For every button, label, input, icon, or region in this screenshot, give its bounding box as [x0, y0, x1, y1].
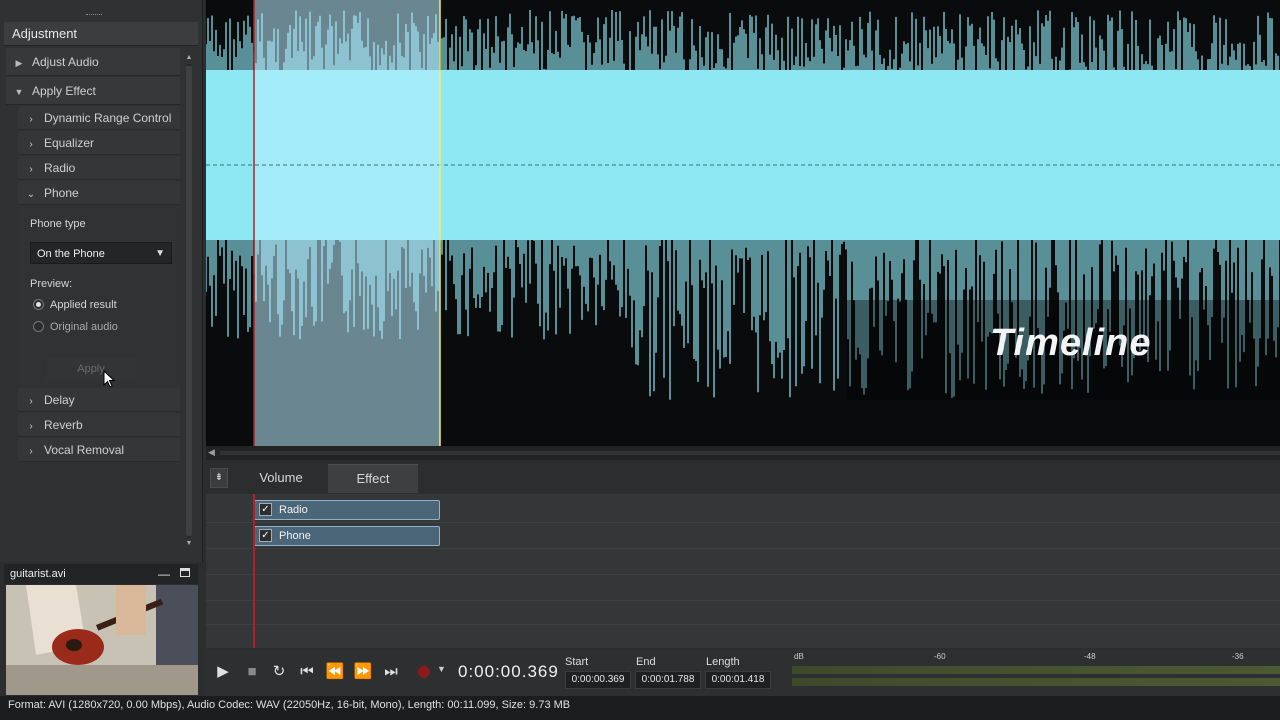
chevron-right-icon: ›	[29, 396, 33, 407]
effect-label: Equalizer	[44, 136, 95, 150]
current-timecode: 0:00:00.369	[458, 662, 559, 681]
waveform-scrollbar[interactable]: ◀	[206, 446, 1280, 460]
scroll-left-icon[interactable]: ◀	[208, 447, 215, 458]
maximize-icon[interactable]	[180, 568, 190, 577]
adjustment-title: Adjustment	[4, 22, 198, 46]
status-bar: Format: AVI (1280x720, 0.00 Mbps), Audio…	[0, 696, 1280, 720]
video-filename: guitarist.avi	[10, 568, 66, 580]
triangle-down-icon: ▼	[14, 87, 24, 97]
section-apply-effect[interactable]: ▼ Apply Effect	[6, 77, 180, 105]
play-icon[interactable]: ▶	[212, 660, 234, 684]
effect-item-phone[interactable]: ⌄ Phone	[18, 181, 180, 205]
effect-item-reverb[interactable]: › Reverb	[18, 413, 180, 437]
checkbox-phone[interactable]: ✓	[259, 529, 272, 542]
meter-label-60: -60	[934, 652, 946, 661]
effect-label: Radio	[44, 161, 76, 175]
loop-icon[interactable]: ↻	[268, 660, 290, 684]
chevron-right-icon: ›	[29, 114, 33, 125]
scrollbar-thumb[interactable]	[220, 451, 1280, 455]
section-label: Apply Effect	[32, 84, 96, 98]
mouse-cursor-icon	[103, 370, 116, 388]
record-icon[interactable]	[418, 666, 430, 678]
meter-label-36: -36	[1232, 652, 1244, 661]
preview-label: Preview:	[30, 278, 73, 290]
effect-block-radio[interactable]: ✓ Radio	[254, 500, 440, 520]
end-label: End	[636, 656, 656, 668]
radio-applied-result-label: Applied result	[50, 299, 117, 311]
chevron-right-icon: ›	[29, 164, 33, 175]
chevron-down-icon: ⌄	[26, 189, 36, 200]
effect-block-label: Phone	[279, 530, 311, 542]
radio-original-audio[interactable]	[33, 321, 44, 332]
skip-start-icon[interactable]: ⏮	[296, 660, 318, 684]
timeline-overlay-text: Timeline	[990, 322, 1152, 364]
section-adjust-audio[interactable]: ▶ Adjust Audio	[6, 48, 180, 76]
level-meter-left	[792, 666, 1280, 674]
apply-button[interactable]: Apply	[46, 358, 136, 380]
stop-icon[interactable]: ■	[241, 660, 263, 684]
waveform-area[interactable]	[206, 0, 1280, 446]
radio-applied-result[interactable]	[33, 299, 44, 310]
chevron-right-icon: ›	[29, 446, 33, 457]
scrollbar-thumb[interactable]	[186, 66, 192, 536]
playhead-line[interactable]	[253, 494, 255, 648]
start-field[interactable]: 0:00:00.369	[565, 671, 631, 689]
video-thumbnail[interactable]	[6, 585, 198, 695]
effect-label: Reverb	[44, 418, 83, 432]
minimize-icon[interactable]: —	[158, 564, 170, 584]
effect-label: Delay	[44, 393, 75, 407]
scroll-up-icon[interactable]: ▲	[184, 54, 194, 61]
effect-item-radio[interactable]: › Radio	[18, 156, 180, 180]
meter-label-db: dB	[794, 652, 804, 661]
length-label: Length	[706, 656, 740, 668]
phone-type-select[interactable]: On the Phone ▼	[30, 242, 172, 264]
waveform-graphic[interactable]	[206, 0, 1280, 446]
triangle-right-icon: ▶	[15, 58, 23, 68]
chevron-right-icon: ›	[29, 139, 33, 150]
effect-item-dynamic-range[interactable]: › Dynamic Range Control	[18, 106, 180, 130]
phone-type-value: On the Phone	[37, 248, 105, 260]
fast-forward-icon[interactable]: ⏩	[352, 660, 374, 684]
effect-item-equalizer[interactable]: › Equalizer	[18, 131, 180, 155]
level-meter-right	[792, 678, 1280, 686]
effect-label: Phone	[44, 186, 79, 200]
skip-end-icon[interactable]: ⏭	[380, 660, 402, 684]
effect-item-delay[interactable]: › Delay	[18, 388, 180, 412]
phone-type-label: Phone type	[30, 218, 86, 230]
tab-effect[interactable]: Effect	[328, 464, 418, 493]
effect-label: Vocal Removal	[44, 443, 125, 457]
collapse-tracks-button[interactable]: ⇟	[210, 468, 228, 488]
section-label: Adjust Audio	[32, 55, 99, 69]
scroll-down-icon[interactable]: ▼	[184, 540, 194, 547]
record-options-arrow-icon[interactable]: ▼	[437, 664, 446, 674]
chevron-right-icon: ›	[29, 421, 33, 432]
checkbox-radio[interactable]: ✓	[259, 503, 272, 516]
selection-region[interactable]	[254, 0, 440, 446]
rewind-icon[interactable]: ⏪	[324, 660, 346, 684]
radio-original-audio-label: Original audio	[50, 321, 118, 333]
meter-label-48: -48	[1084, 652, 1096, 661]
start-label: Start	[565, 656, 589, 668]
effect-block-phone[interactable]: ✓ Phone	[254, 526, 440, 546]
panel-scrollbar[interactable]: ▲ ▼	[184, 52, 194, 552]
effect-block-label: Radio	[279, 504, 308, 516]
panel-grip[interactable]	[86, 14, 102, 18]
tab-volume[interactable]: Volume	[238, 464, 324, 492]
dropdown-arrow-icon: ▼	[155, 248, 165, 259]
effect-item-vocal-removal[interactable]: › Vocal Removal	[18, 438, 180, 462]
length-field[interactable]: 0:00:01.418	[705, 671, 771, 689]
video-preview-header: guitarist.avi —	[4, 564, 198, 584]
end-field[interactable]: 0:00:01.788	[635, 671, 701, 689]
effect-label: Dynamic Range Control	[44, 111, 172, 125]
